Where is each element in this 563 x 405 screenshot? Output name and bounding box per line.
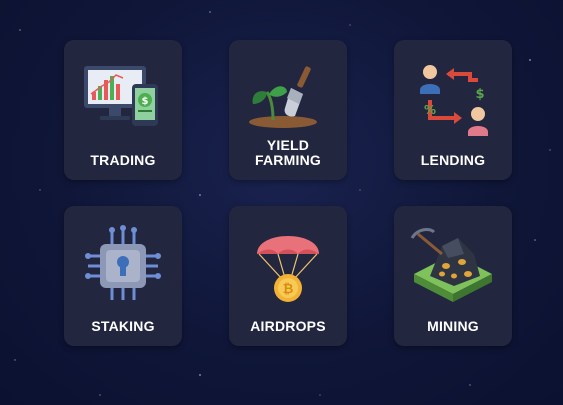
tile-staking[interactable]: STAKING [64, 206, 182, 346]
tile-label: YIELD FARMING [233, 138, 343, 168]
tile-lending[interactable]: % $ LENDING [394, 40, 512, 180]
tile-label-text: STAKING [91, 318, 155, 334]
tile-label: AIRDROPS [233, 319, 343, 334]
tile-yield-farming[interactable]: YIELD FARMING [229, 40, 347, 180]
lending-exchange-icon: % $ [420, 65, 488, 136]
tile-label-text: MINING [427, 318, 479, 334]
tile-label-line2: FARMING [255, 152, 321, 168]
defi-category-grid: $ TRADING YIELD FARMING % $ LENDING STAK… [0, 0, 563, 405]
parachute-coin-icon: ₿ [257, 236, 319, 302]
tile-label-text: AIRDROPS [250, 318, 326, 334]
svg-text:$: $ [475, 87, 484, 102]
svg-text:$: $ [142, 96, 149, 107]
svg-text:%: % [424, 103, 436, 117]
tile-label: MINING [398, 319, 508, 334]
tile-label: LENDING [398, 153, 508, 168]
tile-mining[interactable]: MINING [394, 206, 512, 346]
svg-text:₿: ₿ [283, 282, 294, 297]
pickaxe-ore-icon [410, 228, 492, 302]
tile-label-text: LENDING [420, 152, 486, 168]
chart-monitor-icon: $ [84, 66, 158, 126]
tile-airdrops[interactable]: ₿ AIRDROPS [229, 206, 347, 346]
tile-label: TRADING [68, 153, 178, 168]
tile-label-line1: YIELD [266, 137, 310, 153]
chip-lock-icon [85, 225, 161, 300]
sprout-trowel-icon [249, 66, 317, 128]
tile-trading[interactable]: $ TRADING [64, 40, 182, 180]
tile-label-text: TRADING [90, 152, 156, 168]
tile-label: STAKING [68, 319, 178, 334]
